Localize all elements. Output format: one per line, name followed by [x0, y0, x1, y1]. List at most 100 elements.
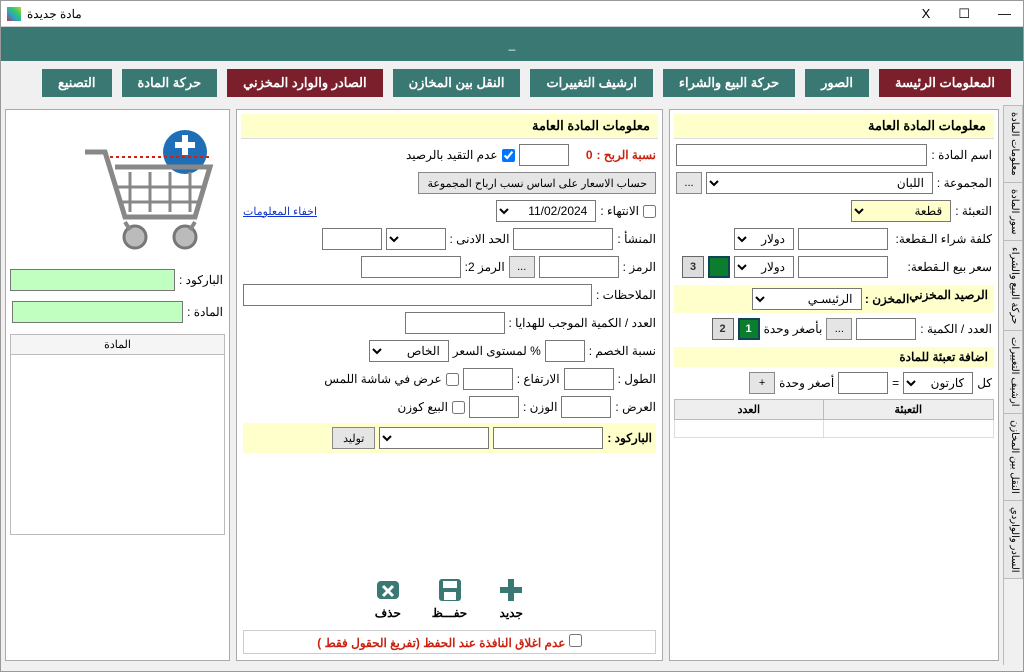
- code-input[interactable]: [539, 256, 619, 278]
- left-list[interactable]: [10, 355, 225, 535]
- tab-sales[interactable]: حركة البيع والشراء: [663, 69, 795, 97]
- qty-status-1[interactable]: 1: [738, 318, 760, 340]
- side-tabs: معلومات المادة سور المادة حركة البيع وال…: [1003, 105, 1023, 665]
- save-button[interactable]: حفـــظ: [432, 576, 467, 620]
- level-select[interactable]: الخاص: [369, 340, 449, 362]
- tab-changes[interactable]: ارشيف التغييرات: [530, 69, 652, 97]
- left-item-input[interactable]: [12, 301, 183, 323]
- cost-input[interactable]: [798, 228, 888, 250]
- gifts-input[interactable]: [405, 312, 505, 334]
- maximize-button[interactable]: ☐: [952, 6, 976, 22]
- tab-transfer[interactable]: النقل بين المخازن: [393, 69, 521, 97]
- calc-prices-button[interactable]: حساب الاسعار على اساس نسب ارباح المجموعة: [418, 172, 656, 194]
- section-header-mid: معلومات المادة العامة: [241, 114, 658, 139]
- code-browse-button[interactable]: ...: [509, 256, 535, 278]
- profit-label: نسبة الربح :: [597, 148, 656, 162]
- len-input[interactable]: [564, 368, 614, 390]
- titlebar: X ☐ — مادة جديدة: [1, 1, 1023, 27]
- noclose-check-row: عدم اغلاق النافذة عند الحفظ (تفريغ الحقو…: [243, 630, 656, 654]
- discount-input[interactable]: [545, 340, 585, 362]
- notes-label: الملاحظات :: [596, 288, 656, 302]
- nobalance-label: عدم التقيد بالرصيد: [406, 148, 498, 162]
- small-unit-label: أصغر وحدة: [779, 376, 834, 390]
- app-icon: [7, 7, 21, 21]
- qty-label: العدد / الكمية :: [920, 322, 992, 336]
- addpack-header: اضافة تعبئة للمادة: [674, 347, 994, 367]
- carton-select[interactable]: كارتون: [903, 372, 973, 394]
- min-label: الحد الادنى :: [450, 232, 510, 246]
- barcode-label: الباركود :: [607, 431, 652, 445]
- minimize-button[interactable]: —: [992, 6, 1017, 22]
- nobalance-checkbox[interactable]: [502, 149, 515, 162]
- delete-button[interactable]: حذف: [374, 576, 402, 620]
- touch-checkbox[interactable]: [446, 373, 459, 386]
- width-input[interactable]: [561, 396, 611, 418]
- sidetab-1[interactable]: سور المادة: [1004, 182, 1023, 242]
- left-barcode-input[interactable]: [10, 269, 175, 291]
- barcode-input[interactable]: [493, 427, 603, 449]
- pct-label: % لمستوى السعر: [453, 344, 541, 358]
- noclose-checkbox[interactable]: [569, 634, 582, 647]
- dozen-checkbox[interactable]: [452, 401, 465, 414]
- every-label: كل: [977, 376, 992, 390]
- sidetab-0[interactable]: معلومات المادة: [1004, 105, 1023, 183]
- eq-label: =: [892, 376, 899, 390]
- price-input[interactable]: [798, 256, 888, 278]
- expiry-label: الانتهاء :: [600, 204, 639, 218]
- barcode-select[interactable]: [379, 427, 489, 449]
- section-header-right: معلومات المادة العامة: [674, 114, 994, 139]
- hide-info-link[interactable]: اخفاء المعلومات: [243, 205, 317, 218]
- carton-qty-input[interactable]: [838, 372, 888, 394]
- window-title: مادة جديدة: [27, 7, 82, 21]
- origin-input[interactable]: [513, 228, 613, 250]
- plus-icon: [497, 576, 525, 604]
- code2-input[interactable]: [361, 256, 461, 278]
- height-input[interactable]: [463, 368, 513, 390]
- weight-input[interactable]: [469, 396, 519, 418]
- cost-currency-select[interactable]: دولار: [734, 228, 794, 250]
- width-label: العرض :: [615, 400, 656, 414]
- cart-image: [10, 114, 225, 264]
- tab-manuf[interactable]: التصنيع: [42, 69, 112, 97]
- store-select[interactable]: الرئيسـي: [752, 288, 862, 310]
- profit-input[interactable]: [519, 144, 569, 166]
- panel-item-info: معلومات المادة العامة اسم المادة : المجم…: [669, 109, 999, 661]
- qty-status-2[interactable]: 2: [712, 318, 734, 340]
- sidetab-2[interactable]: حركة البيع والشراء: [1004, 240, 1023, 331]
- sidetab-3[interactable]: ارشيف التغييرات: [1004, 330, 1023, 414]
- item-name-input[interactable]: [676, 144, 927, 166]
- delete-icon: [374, 576, 402, 604]
- expiry-date[interactable]: 11/02/2024: [496, 200, 596, 222]
- touch-label: عرض في شاشة اللمس: [324, 372, 441, 386]
- panel-preview: الباركود : المادة : المادة: [5, 109, 230, 661]
- tab-main[interactable]: المعلومات الرئيسة: [879, 69, 1011, 97]
- tab-images[interactable]: الصور: [805, 69, 869, 97]
- group-select[interactable]: اللبان: [706, 172, 933, 194]
- expiry-checkbox[interactable]: [643, 205, 656, 218]
- close-button[interactable]: X: [916, 6, 937, 22]
- top-tabs: المعلومات الرئيسة الصور حركة البيع والشر…: [1, 61, 1023, 105]
- pack-select[interactable]: قطعة: [851, 200, 951, 222]
- panel-details: معلومات المادة العامة نسبة الربح : 0 عدم…: [236, 109, 663, 661]
- sidetab-4[interactable]: النقل بين المخازن: [1004, 413, 1023, 501]
- price-idx-3[interactable]: 3: [682, 256, 704, 278]
- qty-browse-button[interactable]: ...: [826, 318, 852, 340]
- banner: _: [1, 27, 1023, 61]
- col-pack: التعبئة: [823, 400, 993, 420]
- min-input[interactable]: [322, 228, 382, 250]
- min-select[interactable]: [386, 228, 446, 250]
- generate-barcode-button[interactable]: توليد: [332, 427, 375, 449]
- price-status-icon[interactable]: [708, 256, 730, 278]
- code2-label: الرمز 2:: [465, 260, 505, 274]
- tab-stock[interactable]: الصادر والوارد المخزني: [227, 69, 382, 97]
- tab-move[interactable]: حركة المادة: [122, 69, 218, 97]
- group-browse-button[interactable]: ...: [676, 172, 702, 194]
- qty-input[interactable]: [856, 318, 916, 340]
- price-currency-select[interactable]: دولار: [734, 256, 794, 278]
- new-button[interactable]: جديد: [497, 576, 525, 620]
- sidetab-5[interactable]: السادر والواردي: [1004, 500, 1023, 580]
- noclose-label: عدم اغلاق النافذة عند الحفظ (تفريغ الحقو…: [317, 636, 565, 650]
- notes-input[interactable]: [243, 284, 592, 306]
- group-label: المجموعة :: [937, 176, 992, 190]
- add-pack-button[interactable]: +: [749, 372, 775, 394]
